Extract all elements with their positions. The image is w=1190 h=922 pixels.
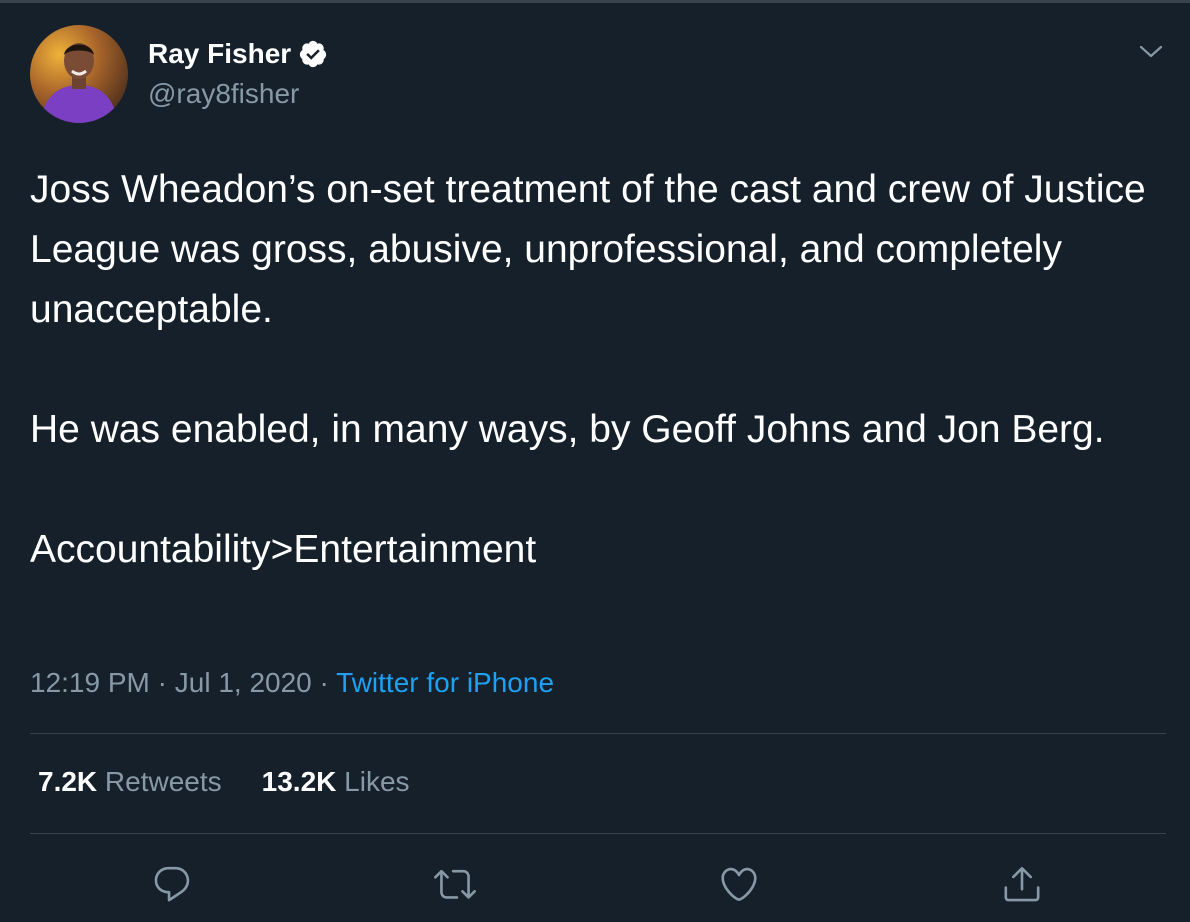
verified-badge-icon xyxy=(298,39,328,69)
like-icon[interactable] xyxy=(717,862,761,906)
retweets-stat[interactable]: 7.2K Retweets xyxy=(38,766,222,798)
tweet-paragraph: Joss Wheadon’s on-set treatment of the c… xyxy=(30,168,1146,331)
tweet-stats: 7.2K Retweets 13.2K Likes xyxy=(38,766,450,798)
tweet-source-link[interactable]: Twitter for iPhone xyxy=(336,667,554,698)
tweet-paragraph: Accountability>Entertainment xyxy=(30,528,537,571)
chevron-down-icon[interactable] xyxy=(1136,37,1166,67)
tweet-paragraph: He was enabled, in many ways, by Geoff J… xyxy=(30,408,1105,451)
retweets-label: Retweets xyxy=(97,766,222,797)
tweet-text: Joss Wheadon’s on-set treatment of the c… xyxy=(30,160,1170,580)
divider xyxy=(30,733,1166,734)
divider xyxy=(30,833,1166,834)
tweet-meta: 12:19 PM · Jul 1, 2020 · Twitter for iPh… xyxy=(30,667,554,699)
meta-separator: · xyxy=(149,667,175,698)
share-icon[interactable] xyxy=(1000,862,1044,906)
likes-label: Likes xyxy=(336,766,410,797)
reply-icon[interactable] xyxy=(150,862,194,906)
retweets-count: 7.2K xyxy=(38,766,98,797)
tweet-card: Ray Fisher @ray8fisher Joss Wheadon’s on… xyxy=(0,0,1190,922)
display-name-text[interactable]: Ray Fisher xyxy=(148,38,291,70)
likes-stat[interactable]: 13.2K Likes xyxy=(262,766,410,798)
retweet-icon[interactable] xyxy=(433,862,477,906)
display-name[interactable]: Ray Fisher xyxy=(148,38,328,70)
likes-count: 13.2K xyxy=(261,766,337,797)
meta-separator: · xyxy=(311,667,337,698)
avatar[interactable] xyxy=(30,25,128,123)
user-handle[interactable]: @ray8fisher xyxy=(148,78,299,110)
tweet-date[interactable]: Jul 1, 2020 xyxy=(175,667,312,698)
tweet-time[interactable]: 12:19 PM xyxy=(30,667,150,698)
